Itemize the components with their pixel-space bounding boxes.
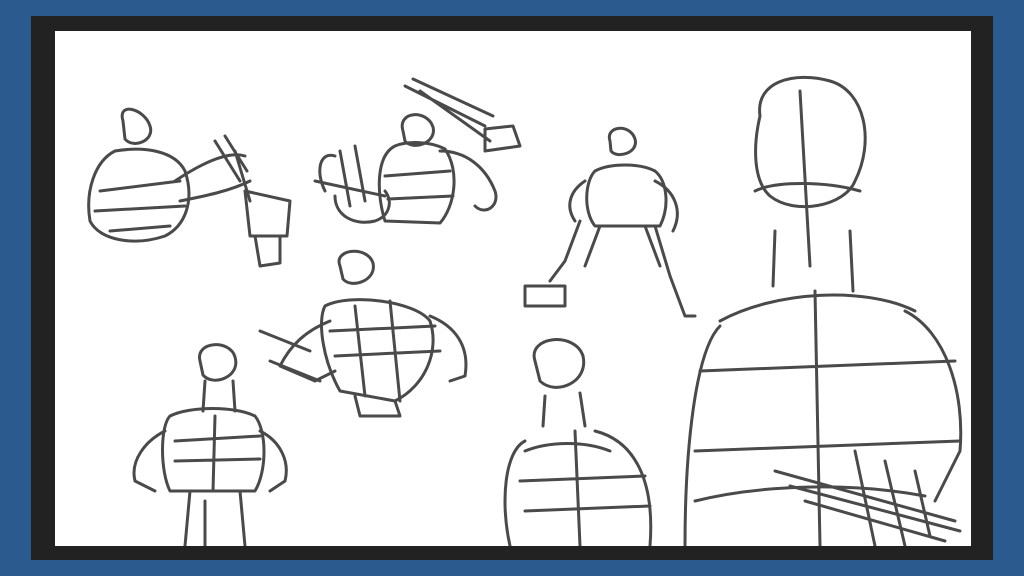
crouching-figure-top-left — [87, 107, 292, 268]
sketch-canvas — [55, 31, 971, 546]
large-figure-back-view-right — [683, 75, 963, 546]
figure-front-standing — [132, 343, 288, 546]
figure-wide-stance-hammer — [523, 126, 697, 318]
figure-bust-back-view — [503, 338, 653, 546]
figure-back-view-reaching — [258, 249, 468, 418]
figure-swinging-sword — [313, 77, 522, 225]
sketch-drawing — [87, 75, 963, 546]
